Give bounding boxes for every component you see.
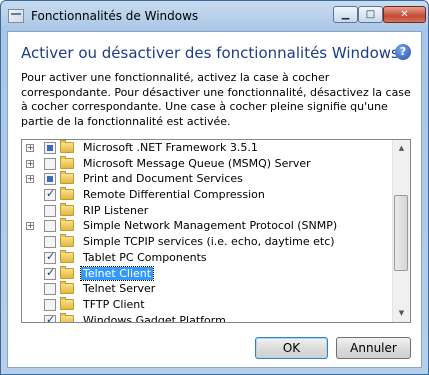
feature-checkbox[interactable] (44, 187, 56, 202)
feature-label[interactable]: Simple TCPIP services (i.e. echo, daytim… (81, 235, 337, 248)
minimize-button[interactable]: ▁ (333, 6, 358, 23)
folder-icon (60, 249, 74, 263)
feature-checkbox[interactable] (44, 204, 56, 217)
feature-row[interactable]: + Print and Document Services (22, 171, 394, 187)
feature-checkbox[interactable] (44, 220, 56, 233)
feature-label[interactable]: Windows Gadget Platform (81, 314, 228, 322)
feature-label[interactable]: Tablet PC Components (81, 251, 209, 264)
features-tree[interactable]: + Microsoft .NET Framework 3.5.1 + Microsof… (21, 139, 411, 323)
scroll-up-icon[interactable]: ▲ (393, 140, 410, 157)
feature-checkbox[interactable] (44, 298, 56, 311)
folder-icon (60, 171, 74, 185)
feature-label[interactable]: Telnet Client (79, 265, 155, 281)
folder-icon (60, 140, 74, 153)
feature-row[interactable]: Telnet Server (22, 281, 394, 297)
feature-checkbox[interactable] (44, 250, 56, 264)
feature-row[interactable]: TFTP Client (22, 296, 394, 313)
feature-checkbox[interactable] (44, 157, 56, 170)
feature-row[interactable]: + Simple Network Management Protocol (SNM… (22, 218, 394, 234)
expand-icon[interactable]: + (26, 144, 34, 152)
feature-label[interactable]: Print and Document Services (81, 172, 245, 185)
expand-icon[interactable]: + (26, 175, 34, 184)
window-title: Fonctionnalités de Windows (31, 9, 199, 23)
feature-row[interactable]: Remote Differential Compression (22, 187, 394, 203)
folder-icon (60, 202, 74, 216)
feature-checkbox[interactable] (44, 283, 56, 296)
folder-icon (60, 296, 74, 310)
help-icon[interactable]: ? (395, 44, 411, 60)
feature-row[interactable]: + Microsoft Message Queue (MSMQ) Server (22, 155, 394, 172)
dialog-body: Activer ou désactiver des fonctionnalité… (7, 31, 422, 368)
ok-button[interactable]: OK (255, 337, 328, 359)
feature-label[interactable]: Telnet Server (81, 282, 157, 295)
folder-icon (60, 187, 74, 201)
expand-icon[interactable]: + (26, 222, 34, 231)
feature-label[interactable]: Microsoft Message Queue (MSMQ) Server (81, 157, 313, 170)
page-title: Activer ou désactiver des fonctionnalité… (21, 44, 399, 62)
feature-label[interactable]: Simple Network Management Protocol (SNMP… (81, 219, 339, 232)
feature-row[interactable]: RIP Listener (22, 202, 394, 219)
feature-row[interactable]: Tablet PC Components (22, 249, 394, 266)
feature-checkbox[interactable] (44, 173, 56, 186)
maximize-button[interactable]: □ (358, 6, 383, 23)
feature-checkbox[interactable] (44, 236, 56, 249)
instructions-text: Pour activer une fonctionnalité, activez… (21, 71, 411, 128)
feature-checkbox[interactable] (44, 313, 56, 322)
close-button[interactable]: ✕ (383, 6, 426, 23)
cancel-button[interactable]: Annuler (336, 337, 411, 359)
folder-icon (60, 234, 74, 248)
features-tree-rows: + Microsoft .NET Framework 3.5.1 + Microsof… (22, 140, 394, 322)
folder-icon (60, 155, 74, 169)
feature-label[interactable]: Microsoft .NET Framework 3.5.1 (81, 141, 260, 154)
folder-icon (60, 265, 74, 279)
dialog-window: Fonctionnalités de Windows ▁ □ ✕ Activer… (0, 0, 429, 375)
scroll-down-icon[interactable]: ▼ (393, 305, 410, 322)
title-bar[interactable]: Fonctionnalités de Windows ▁ □ ✕ (1, 1, 428, 31)
feature-row[interactable]: + Microsoft .NET Framework 3.5.1 (22, 140, 394, 156)
feature-row[interactable]: Simple TCPIP services (i.e. echo, daytim… (22, 234, 394, 250)
feature-label[interactable]: RIP Listener (81, 204, 150, 217)
feature-row[interactable]: Windows Gadget Platform (22, 312, 394, 322)
feature-checkbox[interactable] (44, 142, 56, 154)
folder-icon (60, 281, 74, 295)
vertical-scrollbar[interactable]: ▲ ▼ (392, 140, 410, 322)
feature-checkbox[interactable] (44, 266, 56, 280)
feature-label[interactable]: TFTP Client (81, 298, 147, 311)
feature-label[interactable]: Remote Differential Compression (81, 188, 267, 201)
windows-features-icon (8, 9, 24, 23)
folder-icon (60, 312, 74, 322)
folder-icon (60, 218, 74, 232)
expand-icon[interactable]: + (26, 159, 34, 168)
feature-row[interactable]: Telnet Client (22, 265, 394, 282)
scroll-thumb[interactable] (394, 195, 408, 271)
